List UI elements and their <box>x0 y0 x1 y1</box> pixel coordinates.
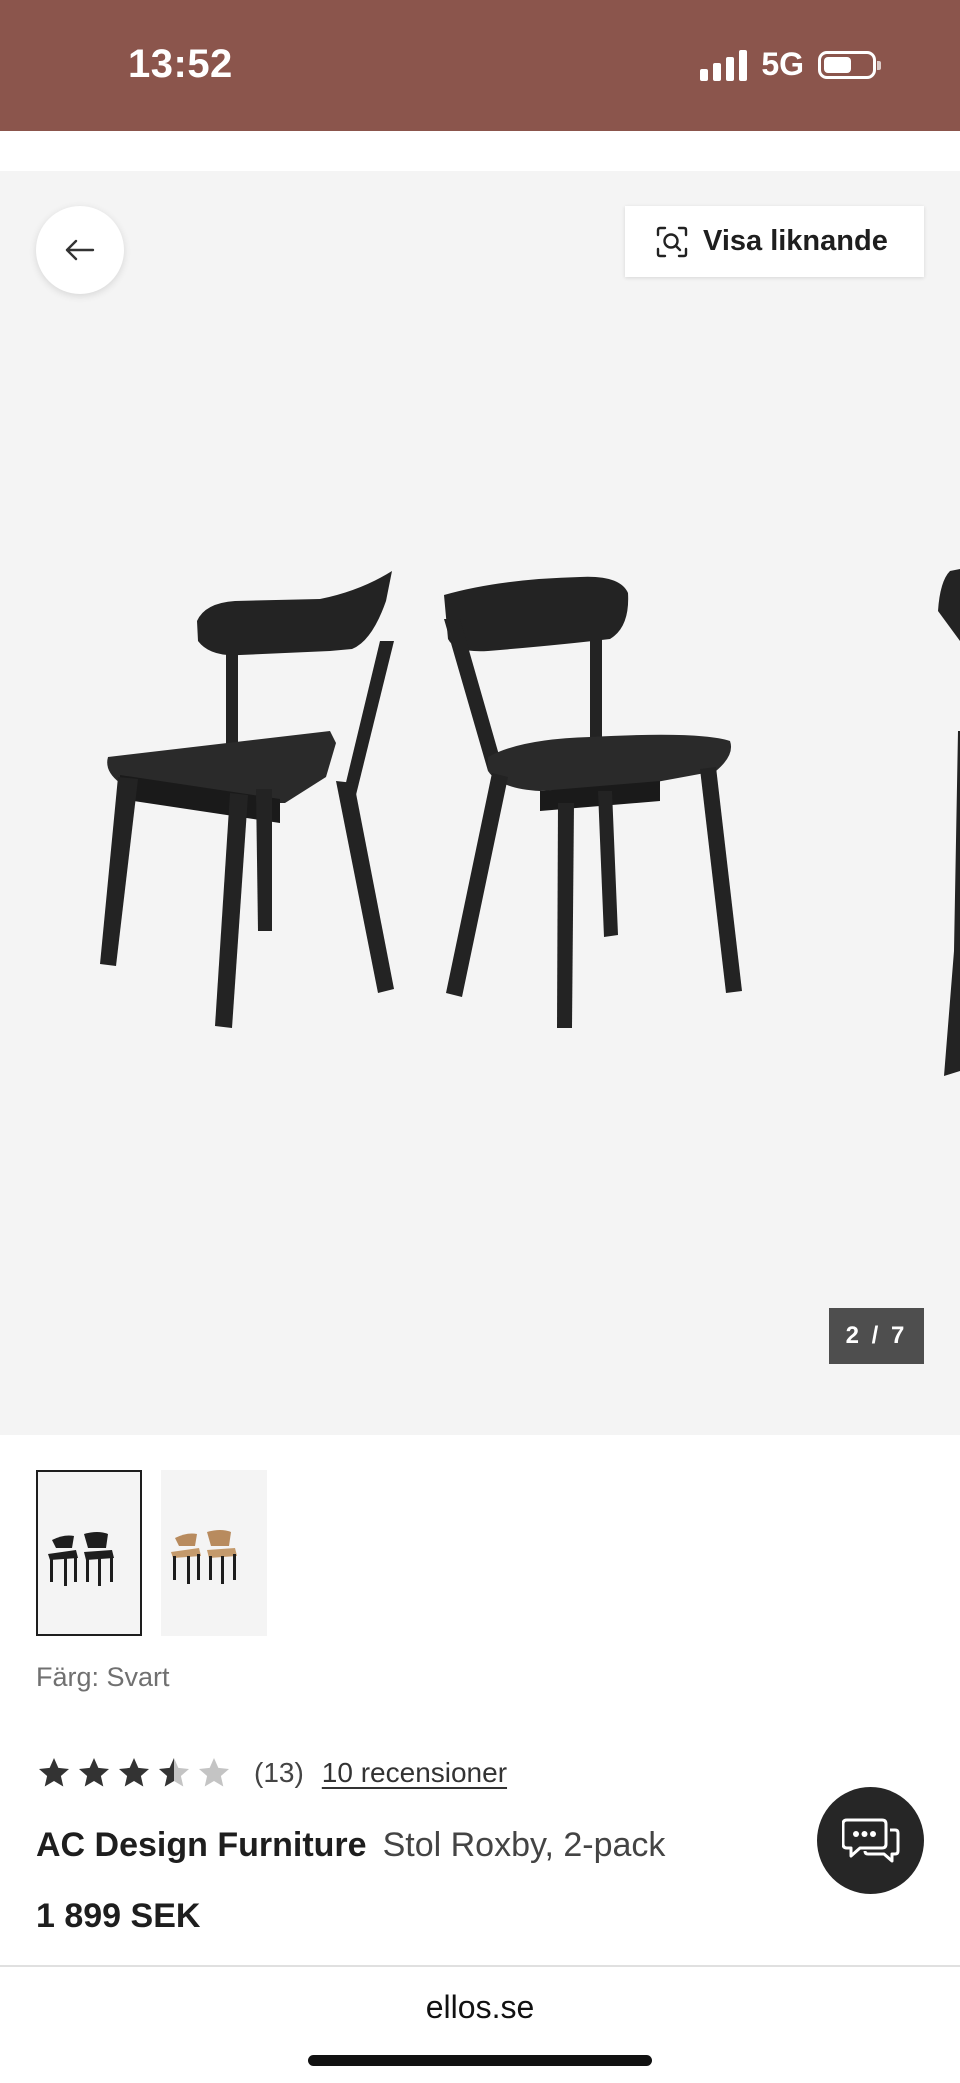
chat-bubbles-icon <box>841 1818 899 1862</box>
thumbnail-image <box>48 1532 114 1586</box>
star-empty-icon <box>199 1758 229 1787</box>
home-indicator[interactable] <box>308 2055 652 2066</box>
product-brand[interactable]: AC Design Furniture <box>36 1826 367 1864</box>
star-icon <box>39 1758 69 1787</box>
image-counter: 2 / 7 <box>829 1308 924 1364</box>
product-name: Stol Roxby, 2-pack <box>382 1826 666 1864</box>
visual-search-icon <box>656 226 688 257</box>
star-half-icon <box>159 1758 189 1787</box>
star-rating <box>36 1755 232 1791</box>
thumbnail-image <box>171 1530 237 1584</box>
browser-bottom-bar: ellos.se <box>0 1965 960 2083</box>
arrow-left-icon <box>65 239 95 261</box>
status-time: 13:52 <box>128 42 233 86</box>
product-image-gallery[interactable]: Visa liknande 2 / 7 <box>0 171 960 1435</box>
thumbnail-oak[interactable] <box>161 1470 267 1636</box>
product-price: 1 899 SEK <box>36 1897 201 1935</box>
star-icon <box>119 1758 149 1787</box>
browser-url[interactable]: ellos.se <box>0 1989 960 2026</box>
reviews-link[interactable]: 10 recensioner <box>322 1757 507 1789</box>
battery-icon <box>818 50 881 79</box>
chat-button[interactable] <box>817 1787 924 1894</box>
status-bar: 13:52 5G <box>0 0 960 131</box>
signal-icon <box>700 49 748 81</box>
rating-row: (13) 10 recensioner <box>36 1752 507 1794</box>
product-image <box>100 569 960 1076</box>
status-indicators: 5G <box>700 46 881 83</box>
product-title: AC Design Furniture Stol Roxby, 2-pack <box>36 1826 665 1865</box>
network-type: 5G <box>761 46 804 82</box>
thumbnail-black[interactable] <box>36 1470 142 1636</box>
color-label: Färg: Svart <box>36 1662 170 1692</box>
show-similar-button[interactable]: Visa liknande <box>625 206 924 277</box>
back-button[interactable] <box>36 206 124 294</box>
rating-count: (13) <box>254 1757 304 1788</box>
star-icon <box>79 1758 109 1787</box>
show-similar-label: Visa liknande <box>703 225 888 257</box>
